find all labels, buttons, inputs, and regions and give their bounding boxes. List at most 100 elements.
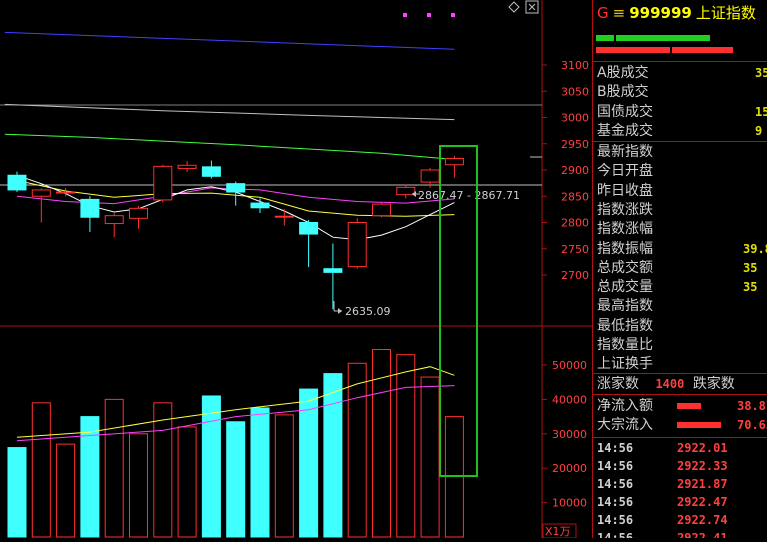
- price-annotation-group: 2867.47 - 2867.71: [412, 189, 520, 202]
- tick-row: 14:56 2922.41: [597, 529, 728, 538]
- candle-body: [153, 165, 173, 201]
- panel-row-value: 39.8: [743, 241, 767, 256]
- candle-body: [129, 207, 148, 219]
- ma120-line: [4, 103, 455, 121]
- tick-price: 2922.01: [677, 441, 728, 455]
- ma250-line: [4, 31, 455, 50]
- volume-tick-label: 50000: [552, 359, 587, 372]
- price-tick-label: 2850: [561, 190, 589, 203]
- diamond-icon[interactable]: [508, 1, 520, 13]
- close-icon[interactable]: [525, 0, 539, 14]
- tick-row: 14:56 2921.87: [597, 475, 728, 493]
- tick-price: 2921.87: [677, 477, 728, 491]
- candle-body: [56, 191, 76, 194]
- panel-row-label: A股成交: [597, 65, 649, 81]
- candle-body: [104, 215, 124, 225]
- net-inflow-label: 净流入额: [597, 398, 653, 414]
- panel-row-label: 最低指数: [597, 317, 653, 334]
- volume-bar: [7, 447, 27, 538]
- fall-label: 跌家数: [692, 376, 735, 392]
- panel-row-value: 35: [755, 66, 767, 80]
- toolbar-dots: [403, 13, 455, 17]
- ma60-line: [4, 133, 455, 160]
- tick-time: 14:56: [597, 441, 634, 455]
- volume-bar: [347, 362, 367, 538]
- price-tick-label: 3050: [561, 85, 589, 98]
- block-inflow-row: 大宗流入: [597, 416, 653, 434]
- panel-row-label: 指数涨幅: [597, 221, 653, 238]
- kline-chart[interactable]: 3100 3050 3000 2950 2900 2850 2800 2750 2700 500…: [0, 0, 592, 539]
- volume-tick-label: 20000: [552, 462, 587, 475]
- candlesticks: [7, 155, 464, 310]
- tick-row: 14:56 2922.33: [597, 457, 728, 475]
- panel-row-label: B股成交: [597, 84, 649, 101]
- stock-title: G ≡ 999999 上证指数: [597, 2, 756, 23]
- block-inflow-label: 大宗流入: [597, 417, 653, 433]
- kline-chart-area[interactable]: 3100 3050 3000 2950 2900 2850 2800 2750 2700 500…: [0, 0, 592, 539]
- panel-row-label: 指数振幅: [597, 240, 653, 257]
- volume-axis: 50000 40000 30000 20000 10000: [542, 359, 587, 510]
- candle-body: [274, 215, 294, 218]
- price-tick-label: 2700: [561, 269, 589, 282]
- tick-price: 2922.41: [677, 531, 728, 538]
- panel-row-label: 国债成交: [597, 103, 653, 120]
- low-annotation: 2635.09: [345, 305, 391, 318]
- quote-side-panel: G≡999999上证指数 A股成交 35 B股成交国债成交 15( 基金成交 9 最新指数…: [592, 0, 767, 538]
- panel-row-label: 总成交额: [597, 259, 653, 276]
- tick-time: 14:56: [597, 459, 634, 473]
- candle-body: [31, 189, 51, 197]
- tick-row: 14:56 2922.74: [597, 511, 728, 529]
- buy-volume-bar: [596, 35, 614, 41]
- panel-row-label: 总成交量: [597, 279, 653, 296]
- rise-label: 涨家数: [597, 376, 639, 392]
- rise-value: 1400: [655, 377, 685, 391]
- net-inflow-value: 38.87: [737, 399, 767, 413]
- tick-time: 14:56: [597, 477, 634, 491]
- candle-body: [80, 198, 100, 218]
- volume-bar: [250, 407, 270, 538]
- candle-body: [347, 222, 367, 268]
- volume-tick-label: 30000: [552, 428, 587, 441]
- volume-bar: [56, 443, 76, 538]
- candle-body: [7, 174, 27, 191]
- volume-bar: [201, 395, 221, 538]
- candle-body: [299, 222, 319, 235]
- menu-icon[interactable]: ≡: [613, 4, 626, 22]
- candle-body: [177, 164, 197, 169]
- tick-row: 14:56 2922.01: [597, 439, 728, 457]
- volume-bar: [104, 398, 124, 538]
- panel-row-label: 基金成交: [597, 122, 653, 139]
- volume-unit-label: X1万: [545, 525, 571, 538]
- candle-body: [420, 169, 440, 183]
- net-inflow-bar: [677, 403, 701, 409]
- volume-bar: [153, 402, 173, 538]
- group-marker: G: [597, 4, 609, 22]
- panel-row-label: 最新指数: [597, 144, 653, 160]
- price-tick-label: 2800: [561, 217, 589, 230]
- panel-row-value: 35: [743, 280, 758, 295]
- volume-bar: [226, 421, 246, 538]
- tick-price: 2922.33: [677, 459, 728, 473]
- net-inflow-row: 净流入额: [597, 397, 653, 415]
- price-tick-label: 3000: [561, 112, 589, 125]
- panel-row-value: 15(: [755, 104, 767, 119]
- volume-bar: [31, 402, 51, 538]
- price-tick-label: 2750: [561, 243, 589, 256]
- price-axis: 3100 3050 3000 2950 2900 2850 2800 2750 2700: [542, 59, 589, 282]
- stock-code: 999999: [629, 4, 692, 22]
- panel-row-value: 9: [755, 123, 763, 138]
- candle-body: [201, 166, 221, 177]
- tick-price: 2922.74: [677, 513, 728, 527]
- volume-bar: [129, 433, 148, 538]
- volume-tick-label: 10000: [552, 497, 587, 510]
- low-annotation-group: 2635.09: [333, 301, 391, 318]
- panel-row-label: 指数涨跌: [597, 201, 653, 218]
- buy-volume-bar: [616, 35, 710, 41]
- panel-row-label: 指数量比: [597, 337, 653, 353]
- volume-bars: [7, 349, 464, 538]
- panel-row-label: 今日开盘: [597, 163, 653, 180]
- volume-bar: [420, 376, 440, 538]
- candle-body: [250, 202, 270, 209]
- volume-bar: [396, 354, 416, 538]
- rise-fall-row: 涨家数 1400 跌家数: [597, 375, 735, 393]
